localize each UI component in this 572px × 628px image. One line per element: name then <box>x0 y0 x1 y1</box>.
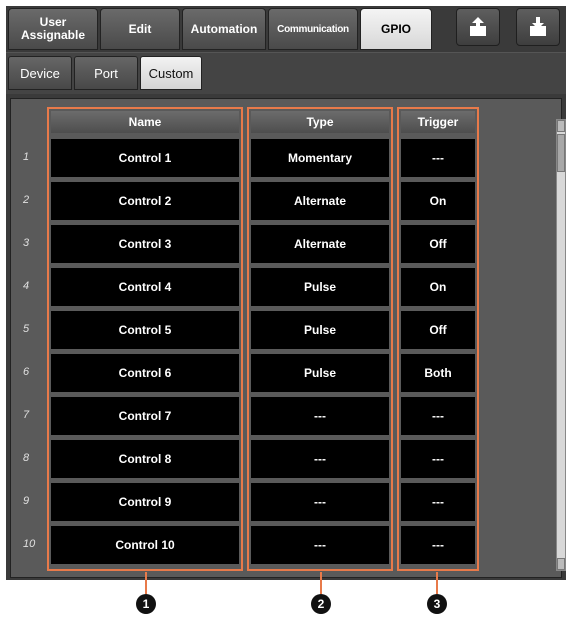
type-cell[interactable]: Pulse <box>251 311 389 349</box>
tab-edit[interactable]: Edit <box>100 8 180 50</box>
subtab-bar: Device Port Custom <box>6 52 566 94</box>
tab-user-assignable[interactable]: User Assignable <box>8 8 98 50</box>
type-cell[interactable]: Alternate <box>251 182 389 220</box>
row-number: 2 <box>23 194 30 206</box>
import-icon <box>530 17 546 36</box>
type-cell[interactable]: --- <box>251 483 389 521</box>
scroll-up-arrow-icon[interactable] <box>557 120 565 132</box>
type-cell[interactable]: Momentary <box>251 139 389 177</box>
type-header: Type <box>251 111 389 133</box>
tab-label: Communication <box>277 23 349 35</box>
name-header: Name <box>51 111 239 133</box>
type-cell[interactable]: --- <box>251 526 389 564</box>
subtab-label: Port <box>94 65 118 81</box>
name-cell[interactable]: Control 9 <box>51 483 239 521</box>
gpio-custom-window: User Assignable Edit Automation Communic… <box>6 6 566 580</box>
name-cell[interactable]: Control 6 <box>51 354 239 392</box>
callout-number: 3 <box>433 597 441 611</box>
callout-marker-2: 2 <box>311 594 331 614</box>
row-number: 8 <box>23 452 30 464</box>
row-number: 6 <box>23 366 30 378</box>
type-cell[interactable]: Pulse <box>251 268 389 306</box>
callout-line-3 <box>436 572 438 594</box>
row-number: 7 <box>23 409 30 421</box>
name-cell[interactable]: Control 2 <box>51 182 239 220</box>
trigger-cell[interactable]: Off <box>401 225 475 263</box>
row-number: 1 <box>23 151 30 163</box>
row-number: 3 <box>23 237 30 249</box>
callout-marker-1: 1 <box>136 594 156 614</box>
trigger-cell[interactable]: On <box>401 182 475 220</box>
tab-gpio[interactable]: GPIO <box>360 8 432 50</box>
subtab-custom[interactable]: Custom <box>140 56 202 90</box>
table-scrollbar[interactable] <box>556 119 566 571</box>
row-number: 9 <box>23 495 30 507</box>
trigger-cell[interactable]: --- <box>401 139 475 177</box>
export-button[interactable] <box>456 8 500 46</box>
trigger-header: Trigger <box>401 111 475 133</box>
callout-line-1 <box>145 572 147 594</box>
trigger-cell[interactable]: --- <box>401 397 475 435</box>
header-label: Trigger <box>417 115 459 129</box>
scroll-thumb[interactable] <box>557 134 565 172</box>
subtab-label: Custom <box>148 65 194 81</box>
callout-line-2 <box>320 572 322 594</box>
row-number: 10 <box>23 538 36 550</box>
trigger-cell[interactable]: On <box>401 268 475 306</box>
trigger-cell[interactable]: --- <box>401 440 475 478</box>
scroll-down-arrow-icon[interactable] <box>557 558 565 570</box>
type-cell[interactable]: Pulse <box>251 354 389 392</box>
tab-label: Automation <box>190 21 258 36</box>
header-label: Type <box>306 115 334 129</box>
type-cell[interactable]: Alternate <box>251 225 389 263</box>
subtab-port[interactable]: Port <box>74 56 138 90</box>
tab-label: Edit <box>128 21 152 36</box>
header-label: Name <box>128 115 162 129</box>
gpio-table-panel: Name Type Trigger 1 Control 1 Momentary ---… <box>10 98 566 578</box>
subtab-device[interactable]: Device <box>8 56 72 90</box>
name-cell[interactable]: Control 5 <box>51 311 239 349</box>
row-number: 5 <box>23 323 30 335</box>
name-cell[interactable]: Control 8 <box>51 440 239 478</box>
callout-number: 1 <box>142 597 150 611</box>
name-cell[interactable]: Control 3 <box>51 225 239 263</box>
subtab-label: Device <box>20 65 60 81</box>
name-cell[interactable]: Control 4 <box>51 268 239 306</box>
type-cell[interactable]: --- <box>251 397 389 435</box>
callout-marker-3: 3 <box>427 594 447 614</box>
tab-label: GPIO <box>380 21 411 36</box>
trigger-cell[interactable]: Both <box>401 354 475 392</box>
name-cell[interactable]: Control 10 <box>51 526 239 564</box>
tab-automation[interactable]: Automation <box>182 8 266 50</box>
row-number: 4 <box>23 280 30 292</box>
export-icon <box>470 17 486 36</box>
callout-number: 2 <box>317 597 325 611</box>
name-cell[interactable]: Control 1 <box>51 139 239 177</box>
import-button[interactable] <box>516 8 560 46</box>
trigger-cell[interactable]: --- <box>401 526 475 564</box>
trigger-cell[interactable]: Off <box>401 311 475 349</box>
type-cell[interactable]: --- <box>251 440 389 478</box>
trigger-cell[interactable]: --- <box>401 483 475 521</box>
tab-label-line2: Assignable <box>20 28 86 42</box>
name-cell[interactable]: Control 7 <box>51 397 239 435</box>
tab-communication[interactable]: Communication <box>268 8 358 50</box>
